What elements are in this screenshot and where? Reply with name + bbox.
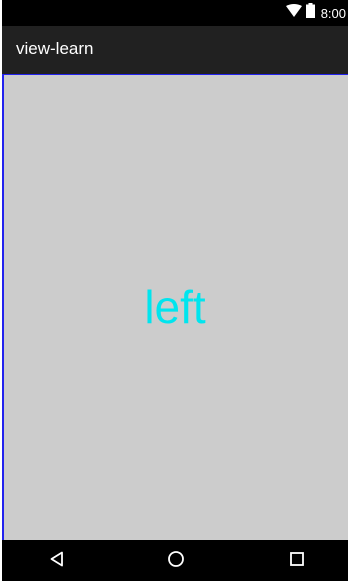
battery-icon <box>305 3 315 23</box>
back-button[interactable] <box>46 550 68 572</box>
status-bar: 8:00 <box>2 0 348 26</box>
wifi-icon <box>285 3 302 23</box>
app-title: view-learn <box>16 39 94 58</box>
recents-icon <box>289 551 305 572</box>
home-button[interactable] <box>165 550 187 572</box>
home-icon <box>167 550 185 573</box>
device-screen: 8:00 view-learn left <box>2 0 348 581</box>
back-icon <box>49 551 65 572</box>
recents-button[interactable] <box>286 550 308 572</box>
app-bar: view-learn <box>2 26 348 74</box>
view-label: left <box>144 281 206 333</box>
status-time: 8:00 <box>320 5 346 21</box>
status-icons: 8:00 <box>285 0 346 26</box>
navigation-bar <box>2 540 348 581</box>
custom-view[interactable]: left <box>2 74 348 540</box>
